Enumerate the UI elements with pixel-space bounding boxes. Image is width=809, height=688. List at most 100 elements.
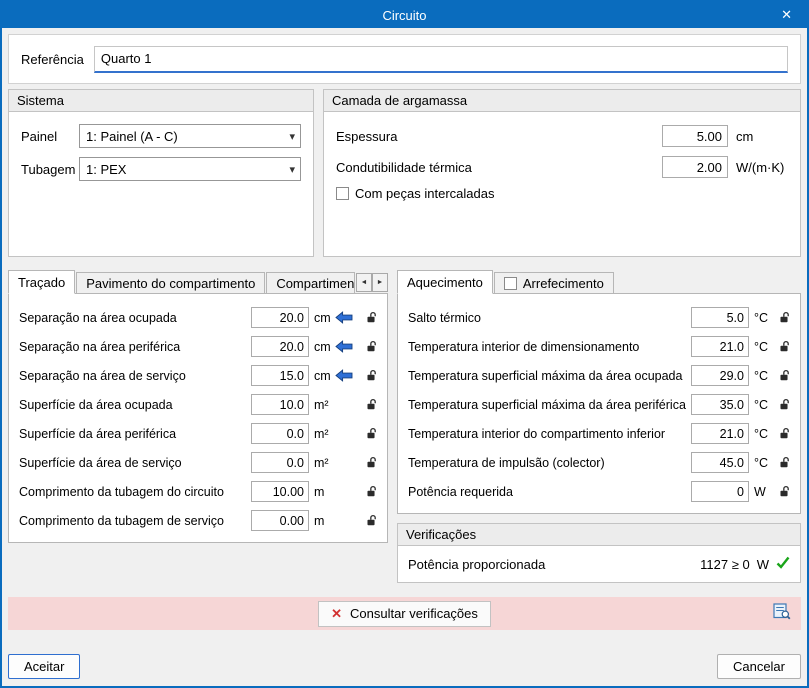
sistema-group-title: Sistema — [9, 90, 313, 112]
verificacoes-title: Verificações — [398, 524, 800, 546]
field-value-input[interactable] — [691, 336, 749, 357]
unlock-icon[interactable] — [362, 340, 379, 353]
field-label: Salto térmico — [408, 310, 481, 325]
close-icon[interactable]: ✕ — [776, 2, 797, 28]
field-value-input[interactable] — [251, 394, 309, 415]
unlock-icon[interactable] — [362, 369, 379, 382]
unlock-icon[interactable] — [775, 427, 792, 440]
unlock-icon[interactable] — [775, 456, 792, 469]
tab-scroll-right-icon[interactable]: ► — [372, 273, 388, 292]
unlock-icon[interactable] — [775, 369, 792, 382]
copy-left-arrow-icon[interactable] — [335, 311, 362, 324]
aceitar-button[interactable]: Aceitar — [8, 654, 81, 679]
field-row: Separação na área periférica cm — [19, 332, 379, 361]
potencia-proporcionada-label: Potência proporcionada — [408, 556, 546, 572]
unlock-icon[interactable] — [362, 427, 379, 440]
unlock-icon[interactable] — [775, 340, 792, 353]
reference-panel: Referência — [8, 34, 801, 84]
consultar-verificacoes-button[interactable]: ✕ Consultar verificações — [318, 600, 491, 627]
field-value-input[interactable] — [691, 481, 749, 502]
detail-row: Traçado Pavimento do compartimento Compa… — [8, 269, 801, 583]
unlock-icon[interactable] — [775, 485, 792, 498]
field-unit: °C — [754, 368, 769, 383]
potencia-proporcionada-unit: W — [756, 556, 769, 572]
reference-input[interactable] — [93, 45, 788, 73]
unlock-icon[interactable] — [775, 398, 792, 411]
tab-tracado[interactable]: Traçado — [8, 270, 76, 294]
field-unit: °C — [754, 310, 769, 325]
field-unit: m — [314, 484, 325, 499]
unlock-icon[interactable] — [775, 311, 792, 324]
field-value-input[interactable] — [691, 365, 749, 386]
copy-left-arrow-icon[interactable] — [335, 369, 362, 382]
condutibilidade-input[interactable] — [662, 156, 728, 178]
consultar-verificacoes-label: Consultar verificações — [350, 606, 478, 621]
field-value-input[interactable] — [251, 336, 309, 357]
tracado-tabstrip: Traçado Pavimento do compartimento Compa… — [8, 269, 388, 294]
field-unit: °C — [754, 426, 769, 441]
tab-scroll-buttons: ◄ ► — [356, 273, 388, 292]
field-value-input[interactable] — [251, 307, 309, 328]
copy-left-arrow-icon[interactable] — [335, 340, 362, 353]
field-value-input[interactable] — [691, 307, 749, 328]
painel-row: Painel 1: Painel (A - C) ▾ — [21, 124, 301, 148]
sistema-group-body: Painel 1: Painel (A - C) ▾ Tubagem 1: PE… — [9, 112, 313, 256]
field-unit: m — [314, 513, 325, 528]
painel-select[interactable]: 1: Painel (A - C) ▾ — [79, 124, 301, 148]
field-row: Temperatura de impulsão (colector) °C — [408, 448, 792, 477]
system-mortar-row: Sistema Painel 1: Painel (A - C) ▾ Tubag… — [8, 89, 801, 257]
field-row: Superfície da área de serviço m² — [19, 448, 379, 477]
field-value-input[interactable] — [251, 481, 309, 502]
cancelar-button[interactable]: Cancelar — [716, 654, 801, 679]
field-value-input[interactable] — [691, 452, 749, 473]
field-unit: °C — [754, 339, 769, 354]
argamassa-group: Camada de argamassa Espessura cm Conduti… — [323, 89, 801, 257]
espessura-input[interactable] — [662, 125, 728, 147]
arrefecimento-checkbox[interactable] — [503, 276, 517, 290]
field-value-input[interactable] — [251, 423, 309, 444]
tab-arrefecimento[interactable]: Arrefecimento — [493, 272, 614, 293]
tab-aquecimento[interactable]: Aquecimento — [397, 270, 493, 294]
field-label: Temperatura de impulsão (colector) — [408, 455, 605, 470]
clima-tabstrip: Aquecimento Arrefecimento — [397, 269, 801, 294]
field-label: Temperatura interior de dimensionamento — [408, 339, 640, 354]
unlock-icon[interactable] — [362, 311, 379, 324]
unlock-icon[interactable] — [362, 485, 379, 498]
chevron-down-icon: ▾ — [289, 130, 295, 143]
window-title: Circuito — [382, 7, 427, 23]
field-value-input[interactable] — [251, 365, 309, 386]
unlock-icon[interactable] — [362, 456, 379, 469]
field-label: Separação na área ocupada — [19, 310, 177, 325]
pecas-intercaladas-checkbox[interactable] — [336, 187, 349, 200]
pecas-intercaladas-row: Com peças intercaladas — [336, 186, 788, 201]
tracado-tab-control: Traçado Pavimento do compartimento Compa… — [8, 269, 388, 543]
circuito-dialog: Circuito ✕ Referência Sistema Painel 1: … — [0, 0, 809, 688]
field-unit: W — [754, 484, 766, 499]
verificacoes-group: Verificações Potência proporcionada 1127… — [397, 523, 801, 583]
red-x-icon: ✕ — [331, 605, 342, 621]
field-value-input[interactable] — [691, 423, 749, 444]
field-value-input[interactable] — [251, 510, 309, 531]
field-label: Comprimento da tubagem de serviço — [19, 513, 224, 528]
field-unit: m² — [314, 426, 329, 441]
field-label: Separação na área de serviço — [19, 368, 186, 383]
argamassa-group-title: Camada de argamassa — [324, 90, 800, 112]
tab-scroll-left-icon[interactable]: ◄ — [356, 273, 372, 292]
unlock-icon[interactable] — [362, 514, 379, 527]
field-unit: °C — [754, 455, 769, 470]
field-value-input[interactable] — [251, 452, 309, 473]
tubagem-selected-value: 1: PEX — [86, 161, 127, 177]
tab-compartimento-inferior-label: Compartimento inferior — [276, 275, 355, 291]
field-row: Superfície da área periférica m² — [19, 419, 379, 448]
condutibilidade-row: Condutibilidade térmica W/(m·K) — [336, 155, 788, 179]
field-row: Temperatura interior de dimensionamento … — [408, 332, 792, 361]
unlock-icon[interactable] — [362, 398, 379, 411]
report-button[interactable] — [771, 601, 793, 625]
field-label: Comprimento da tubagem do circuito — [19, 484, 224, 499]
field-value-input[interactable] — [691, 394, 749, 415]
sistema-group: Sistema Painel 1: Painel (A - C) ▾ Tubag… — [8, 89, 314, 257]
tab-compartimento-inferior[interactable]: Compartimento inferior — [266, 272, 355, 293]
tubagem-select[interactable]: 1: PEX ▾ — [79, 157, 301, 181]
tab-pavimento-compartimento[interactable]: Pavimento do compartimento — [76, 272, 266, 293]
tubagem-row: Tubagem 1: PEX ▾ — [21, 157, 301, 181]
